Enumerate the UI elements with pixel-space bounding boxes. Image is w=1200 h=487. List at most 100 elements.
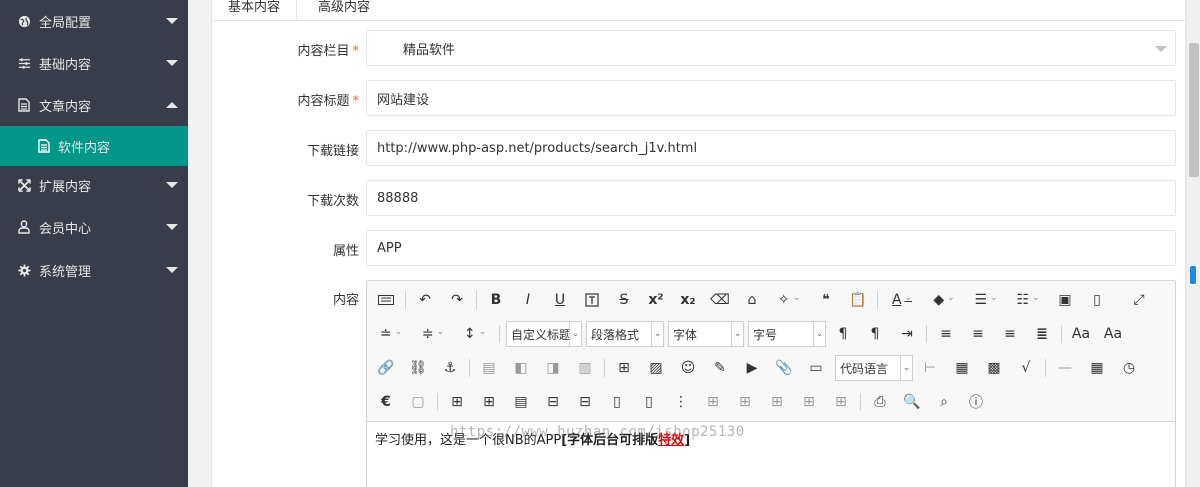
special-chars-icon[interactable]: € xyxy=(373,390,399,414)
insert-col-icon[interactable]: ⊟ xyxy=(540,390,566,414)
time-icon[interactable]: ◷ xyxy=(1116,356,1142,380)
page-break-icon[interactable]: ⊢ xyxy=(917,356,943,380)
align-right-icon[interactable]: ≡ xyxy=(997,322,1023,346)
font-size-select[interactable]: 字号 ⌄ xyxy=(748,321,826,347)
ltr-direction-icon[interactable]: ¶ xyxy=(830,322,856,346)
download-count-input[interactable]: 88888 xyxy=(366,180,1176,216)
row-spacing-bottom-icon[interactable]: ≑ xyxy=(415,322,451,346)
horizontal-rule-icon[interactable]: — xyxy=(1052,356,1078,380)
split-cols-icon[interactable]: ⊞ xyxy=(764,390,790,414)
select-all-icon[interactable]: ▣ xyxy=(1052,288,1078,312)
insert-image-icon[interactable]: ▨ xyxy=(643,356,669,380)
paragraph-format-select[interactable]: 段落格式 ⌄ xyxy=(586,321,664,347)
fullscreen-icon[interactable]: ⤢ xyxy=(1126,288,1152,312)
sidebar-item-system-management[interactable]: 系统管理 xyxy=(0,250,188,290)
align-justify-icon[interactable]: ≣ xyxy=(1029,322,1055,346)
title-input[interactable]: 网站建设 xyxy=(366,80,1176,116)
date-icon[interactable]: ▦ xyxy=(1084,356,1110,380)
indent-icon[interactable]: ⇥ xyxy=(894,322,920,346)
line-height-icon[interactable]: ↕ xyxy=(457,322,493,346)
split-cells-icon[interactable]: ⊞ xyxy=(700,390,726,414)
merge-right-icon[interactable]: ▯ xyxy=(636,390,662,414)
unordered-list-icon[interactable]: ☷ xyxy=(1010,288,1046,312)
undo-icon[interactable]: ↶ xyxy=(412,288,438,312)
text-box-icon[interactable] xyxy=(579,288,605,312)
scroll-position-marker xyxy=(1190,266,1196,284)
insert-video-icon[interactable]: ▶ xyxy=(739,356,765,380)
help-icon[interactable]: ⓘ xyxy=(963,390,989,414)
eraser-icon[interactable]: ⌫ xyxy=(707,288,733,312)
emotion-icon[interactable]: ☺ xyxy=(675,356,701,380)
background-color-icon[interactable]: ◆ xyxy=(926,288,962,312)
align-center-icon[interactable]: ≡ xyxy=(965,322,991,346)
page-scrollbar[interactable] xyxy=(1186,0,1200,487)
strikethrough-icon[interactable]: S xyxy=(611,288,637,312)
custom-heading-select[interactable]: 自定义标题 ⌄ xyxy=(506,321,582,347)
rich-text-editor[interactable]: ↶ ↷ B I U S x² x₂ ⌫ ⌂ ✧ ❝ 📋 A xyxy=(366,280,1176,487)
attachment-icon[interactable]: 📎 xyxy=(771,356,797,380)
scrollbar-thumb[interactable] xyxy=(1189,43,1199,177)
quote-icon[interactable]: ❝ xyxy=(813,288,839,312)
delete-col-icon[interactable]: ⊟ xyxy=(572,390,598,414)
redo-icon[interactable]: ↷ xyxy=(444,288,470,312)
scrawl-icon[interactable]: ✎ xyxy=(707,356,733,380)
insert-frame-icon[interactable]: ▭ xyxy=(803,356,829,380)
align-left-icon[interactable]: ≡ xyxy=(933,322,959,346)
tab-advanced-content[interactable]: 高级内容 xyxy=(302,0,386,19)
bold-icon[interactable]: B xyxy=(483,288,509,312)
sidebar-item-extended-content[interactable]: 扩展内容 xyxy=(0,165,188,205)
attribute-input[interactable]: APP xyxy=(366,230,1176,266)
search-replace-icon[interactable]: ⌕ xyxy=(931,390,957,414)
tab-basic-content[interactable]: 基本内容 xyxy=(212,0,298,19)
image-left-icon[interactable]: ◧ xyxy=(508,356,534,380)
sidebar-item-basic-content[interactable]: 基础内容 xyxy=(0,43,188,83)
auto-format-icon[interactable]: ✧ xyxy=(771,288,807,312)
simple-upload-icon[interactable]: ⊞ xyxy=(611,356,637,380)
word-image-icon[interactable]: ▢ xyxy=(405,390,431,414)
font-family-select[interactable]: 字体 ⌄ xyxy=(668,321,744,347)
source-code-icon[interactable] xyxy=(373,288,399,312)
insert-table-icon[interactable]: ⊞ xyxy=(444,390,470,414)
superscript-icon[interactable]: x² xyxy=(643,288,669,312)
row-spacing-top-icon[interactable]: ≐ xyxy=(373,322,409,346)
editor-content[interactable]: 学习使用，这是一个很NB的APP[字体后台可排版特效] xyxy=(375,429,690,448)
category-select[interactable]: 精品软件 xyxy=(366,30,1176,66)
clear-document-icon[interactable]: ▯ xyxy=(1084,288,1110,312)
code-language-select[interactable]: 代码语言 ⌄ xyxy=(835,355,913,381)
subscript-icon[interactable]: x₂ xyxy=(675,288,701,312)
table-properties-icon[interactable]: ⊞ xyxy=(828,390,854,414)
link-icon[interactable]: 🔗 xyxy=(373,356,399,380)
image-center-icon[interactable]: ▥ xyxy=(572,356,598,380)
download-link-input[interactable]: http://www.php-asp.net/products/search_j… xyxy=(366,130,1176,166)
insert-row-icon[interactable]: ⊞ xyxy=(476,390,502,414)
sidebar-item-article-content[interactable]: 文章内容 xyxy=(0,85,188,125)
delete-row-icon[interactable]: ▤ xyxy=(508,390,534,414)
delete-table-icon[interactable]: ⊞ xyxy=(796,390,822,414)
uppercase-icon[interactable]: Aa xyxy=(1068,322,1094,346)
sidebar-item-software-content[interactable]: 软件内容 xyxy=(0,126,188,166)
background-icon[interactable]: ▩ xyxy=(981,356,1007,380)
sidebar-item-member-center[interactable]: 会员中心 xyxy=(0,207,188,247)
formula-icon[interactable]: √ xyxy=(1013,356,1039,380)
document-icon xyxy=(37,139,51,153)
preview-icon[interactable]: 🔍 xyxy=(899,390,925,414)
merge-cells-icon[interactable]: ▯ xyxy=(604,390,630,414)
template-icon[interactable]: ▦ xyxy=(949,356,975,380)
rtl-direction-icon[interactable]: ¶ xyxy=(862,322,888,346)
unlink-icon[interactable]: ⛓ xyxy=(405,356,431,380)
lowercase-icon[interactable]: Aa xyxy=(1100,322,1126,346)
image-none-icon[interactable]: ▤ xyxy=(476,356,502,380)
anchor-icon[interactable]: ⚓ xyxy=(437,356,463,380)
italic-icon[interactable]: I xyxy=(515,288,541,312)
format-painter-icon[interactable]: ⌂ xyxy=(739,288,765,312)
image-right-icon[interactable]: ◨ xyxy=(540,356,566,380)
font-color-icon[interactable]: A xyxy=(884,288,920,312)
category-label-text: 内容栏目 xyxy=(297,44,350,59)
paste-plain-icon[interactable]: 📋 xyxy=(845,288,871,312)
split-rows-icon[interactable]: ⊞ xyxy=(732,390,758,414)
ordered-list-icon[interactable]: ☰ xyxy=(968,288,1004,312)
sidebar-item-global-config[interactable]: 全局配置 xyxy=(0,1,188,41)
print-icon[interactable]: ⎙ xyxy=(867,390,893,414)
merge-down-icon[interactable]: ⋮ xyxy=(668,390,694,414)
underline-icon[interactable]: U xyxy=(547,288,573,312)
